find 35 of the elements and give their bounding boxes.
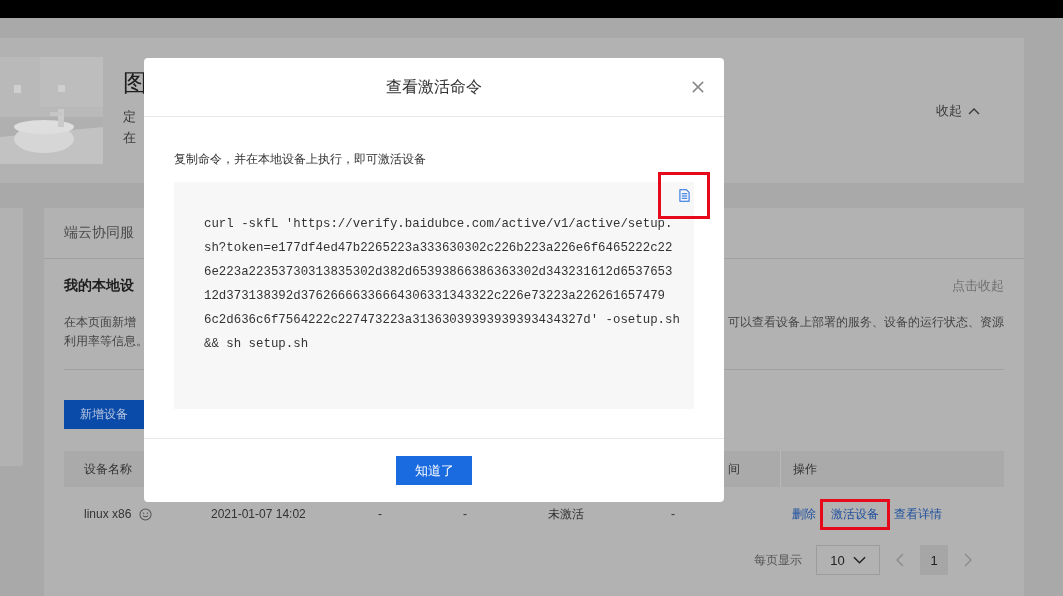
section-title: 我的本地设 — [64, 277, 134, 295]
column-header: 间 — [727, 460, 741, 478]
smiley-icon — [139, 507, 153, 521]
action-link[interactable]: 查看详情 — [894, 505, 942, 523]
table-cell-text: 2021-01-07 14:02 — [210, 507, 307, 521]
table-cell-text: - — [377, 507, 383, 521]
page-size-label: 每页显示 — [754, 551, 802, 569]
collapse-link[interactable]: 收起 — [936, 101, 980, 120]
ok-button[interactable]: 知道了 — [396, 456, 472, 485]
table-cell-text: - — [670, 507, 676, 521]
caret-icon — [852, 556, 866, 564]
action-link[interactable]: 删除 — [792, 505, 816, 523]
description-text: 定 — [123, 108, 137, 126]
table-cell-text: - — [462, 507, 468, 521]
page-size-select[interactable]: 10 — [816, 545, 880, 575]
next-page-icon[interactable] — [964, 553, 972, 567]
dialog-title: 查看激活命令 — [386, 76, 482, 97]
close-icon[interactable] — [692, 81, 704, 93]
command-text: curl -skfL 'https://verify.baidubce.com/active/v1/active/setup. sh?token=e177df4ed47b2265223a333630302c226b223a226e6f6465222c22 6e223a22353730313835302d382d65393866386363302d343231612d6537653 12d373138392d37626666336664306331343322c226e73223a226261657479 6c2d636c6f7564222c227473223a31363039393939393434327d' -osetup.sh && sh setup.sh — [204, 216, 680, 353]
description-text: 在 — [123, 129, 137, 147]
table-cell-text: 未激活 — [547, 505, 585, 523]
instruction-text: 复制命令，并在本地设备上执行，即可激活设备 — [174, 151, 427, 168]
table-cell: linux x86 — [84, 507, 132, 521]
column-header: 设备名称 — [83, 460, 133, 478]
add-device-button[interactable]: 新增设备 — [64, 400, 144, 429]
chevron-up-icon — [968, 106, 980, 115]
description-text: 可以查看设备上部署的服务、设备的运行状态、资源 — [728, 314, 1004, 331]
document-icon[interactable] — [678, 189, 690, 202]
action-link[interactable]: 激活设备 — [831, 505, 879, 523]
previous-page-icon[interactable] — [896, 553, 904, 567]
page-number[interactable]: 1 — [920, 545, 948, 575]
description-text: 利用率等信息。 — [64, 333, 148, 350]
column-header: 操作 — [780, 451, 1004, 487]
tab[interactable]: 端云协同服 — [64, 224, 134, 242]
description-text: 在本页面新增 — [64, 314, 136, 331]
